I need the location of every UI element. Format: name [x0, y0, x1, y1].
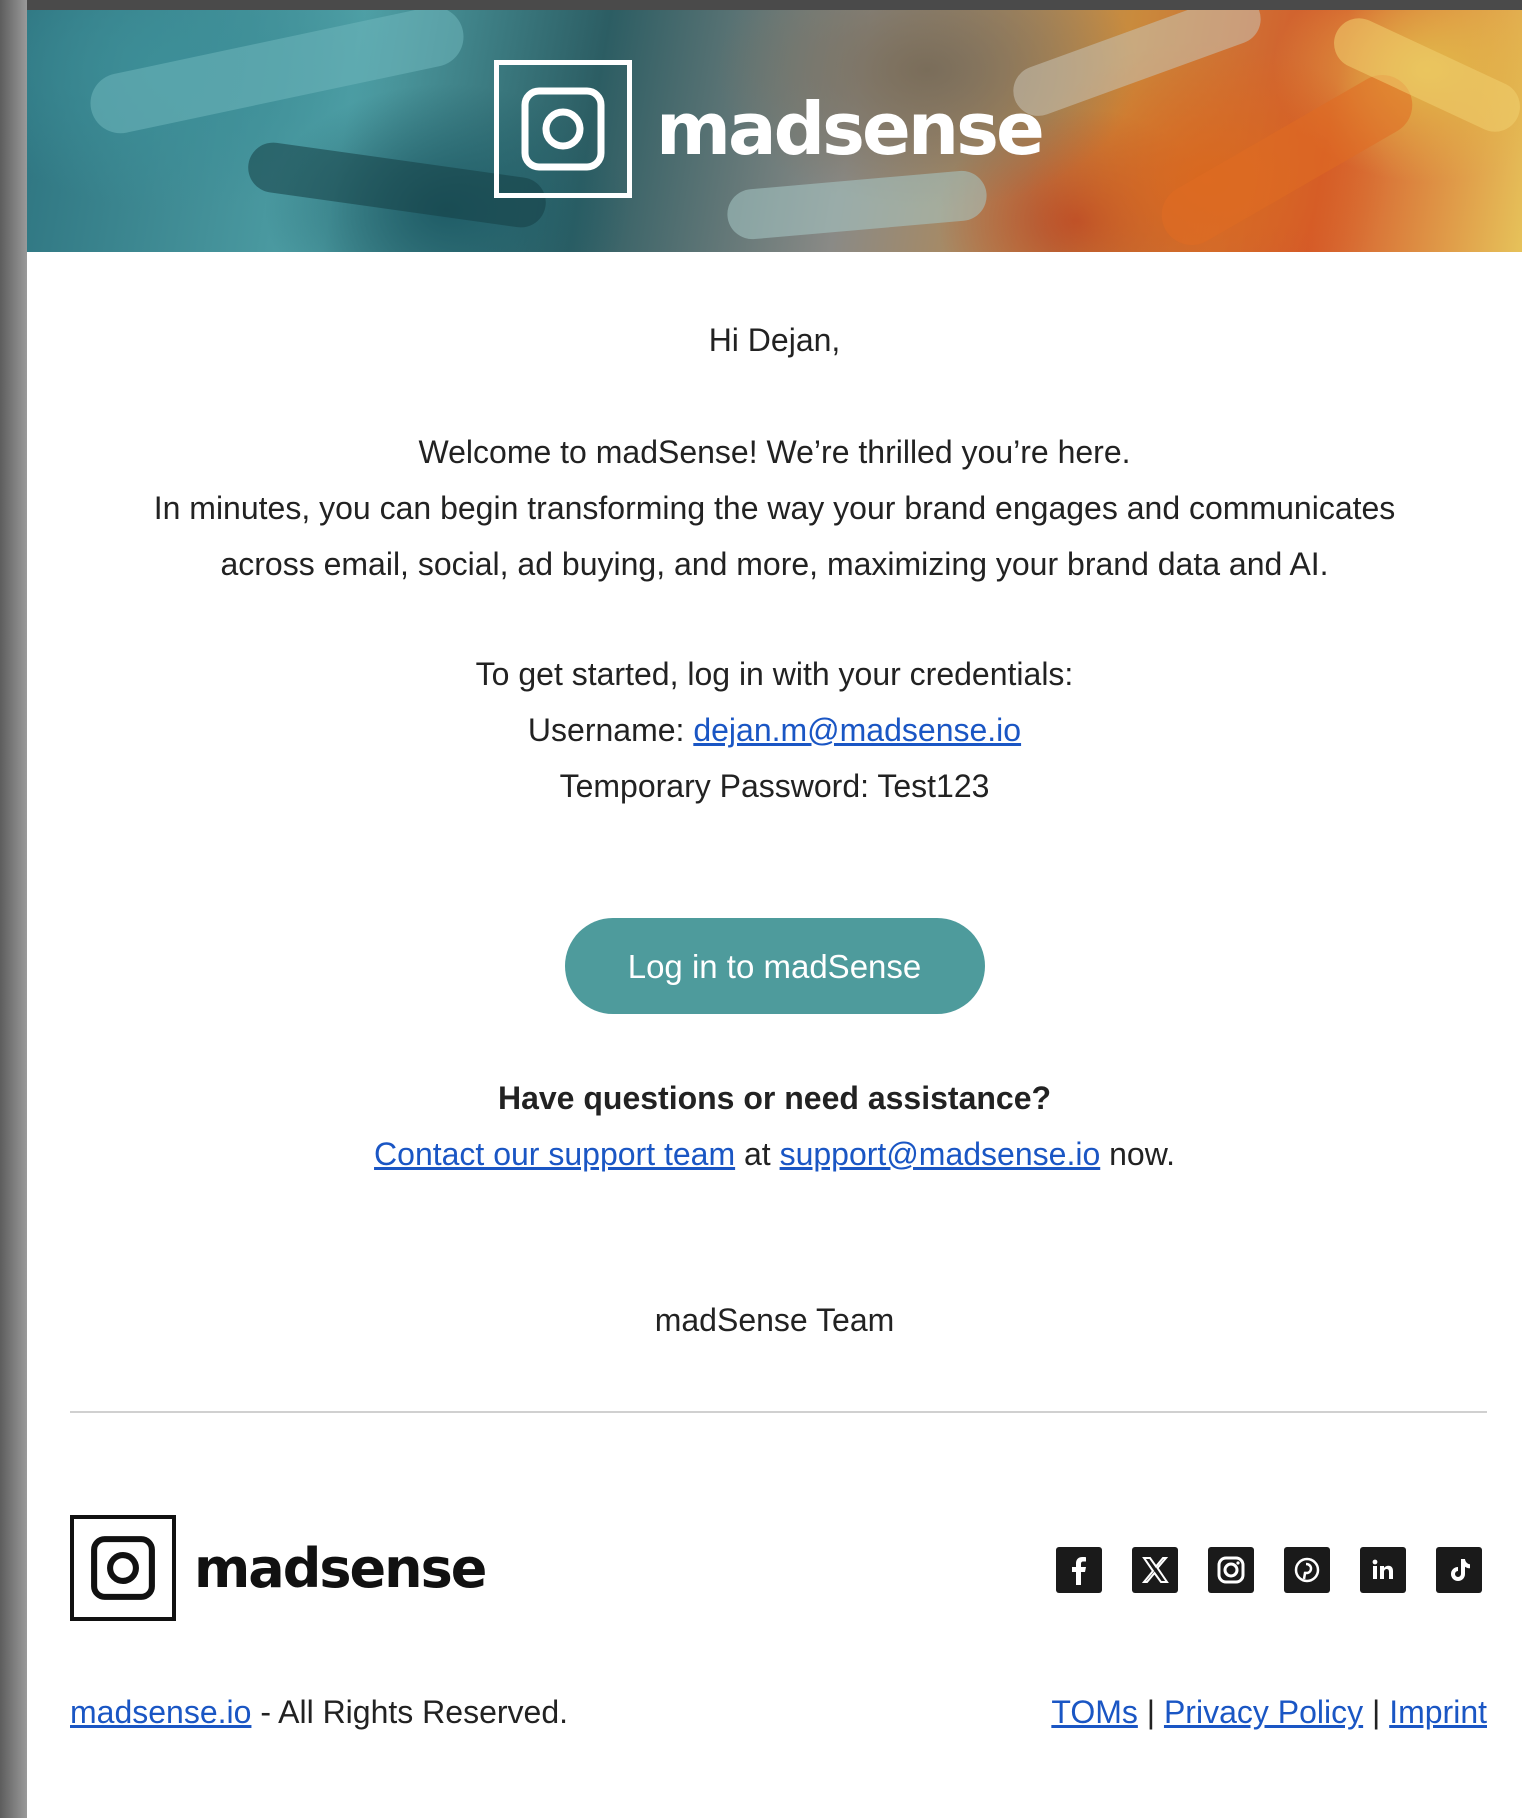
tiktok-icon[interactable]: [1436, 1547, 1482, 1593]
x-icon[interactable]: [1132, 1547, 1178, 1593]
credentials-block: To get started, log in with your credent…: [27, 646, 1522, 814]
welcome-line: Welcome to madSense! We’re thrilled you’…: [418, 434, 1131, 470]
email-body: madsense Hi Dejan, Welcome to madSense! …: [27, 10, 1522, 1818]
rights-text: - All Rights Reserved.: [251, 1694, 568, 1730]
welcome-line: In minutes, you can begin transforming t…: [153, 490, 1396, 526]
help-contact-row: Contact our support team at support@mads…: [27, 1126, 1522, 1182]
greeting: Hi Dejan,: [708, 322, 841, 358]
privacy-policy-link[interactable]: Privacy Policy: [1164, 1694, 1363, 1730]
welcome-line: across email, social, ad buying, and mor…: [220, 546, 1329, 582]
footer-wordmark: madsense: [194, 1536, 487, 1600]
password-row: Temporary Password: Test123: [27, 758, 1522, 814]
credentials-intro: To get started, log in with your credent…: [475, 656, 1074, 692]
cta-wrapper: Log in to madSense: [27, 918, 1522, 1014]
facebook-icon[interactable]: [1056, 1547, 1102, 1593]
help-question: Have questions or need assistance?: [497, 1080, 1052, 1116]
logo-mark-icon: [494, 60, 632, 198]
banner-wordmark: madsense: [656, 87, 1045, 171]
footer-legal-links: TOMs | Privacy Policy | Imprint: [1051, 1684, 1487, 1740]
site-link[interactable]: madsense.io: [70, 1694, 251, 1730]
help-block: Have questions or need assistance? Conta…: [27, 1070, 1522, 1182]
linkedin-icon[interactable]: [1360, 1547, 1406, 1593]
header-banner: madsense: [27, 10, 1522, 252]
support-email-link[interactable]: support@madsense.io: [780, 1136, 1101, 1172]
footer-logo-mark-icon: [70, 1515, 176, 1621]
window-top-bar: [0, 0, 1522, 10]
username-email-link[interactable]: dejan.m@madsense.io: [693, 712, 1021, 748]
password-label: Temporary Password:: [559, 768, 878, 804]
password-value: Test123: [877, 768, 990, 804]
signoff: madSense Team: [654, 1302, 895, 1338]
username-row: Username: dejan.m@madsense.io: [27, 702, 1522, 758]
social-icons: [1056, 1547, 1482, 1593]
login-button[interactable]: Log in to madSense: [564, 918, 985, 1014]
help-at-text: at: [735, 1136, 780, 1172]
window-left-rail: [0, 0, 27, 1818]
footer-divider: [70, 1411, 1487, 1413]
footer-copyright: madsense.io - All Rights Reserved.: [70, 1684, 568, 1740]
banner-logo[interactable]: madsense: [494, 56, 1045, 202]
imprint-link[interactable]: Imprint: [1389, 1694, 1487, 1730]
toms-link[interactable]: TOMs: [1051, 1694, 1138, 1730]
footer-logo[interactable]: madsense: [70, 1514, 487, 1622]
help-now-text: now.: [1100, 1136, 1175, 1172]
instagram-icon[interactable]: [1208, 1547, 1254, 1593]
legal-separator: |: [1363, 1694, 1390, 1730]
welcome-paragraph: Welcome to madSense! We’re thrilled you’…: [27, 424, 1522, 592]
legal-separator: |: [1137, 1694, 1164, 1730]
pinterest-icon[interactable]: [1284, 1547, 1330, 1593]
username-label: Username:: [527, 712, 694, 748]
contact-support-link[interactable]: Contact our support team: [374, 1136, 735, 1172]
